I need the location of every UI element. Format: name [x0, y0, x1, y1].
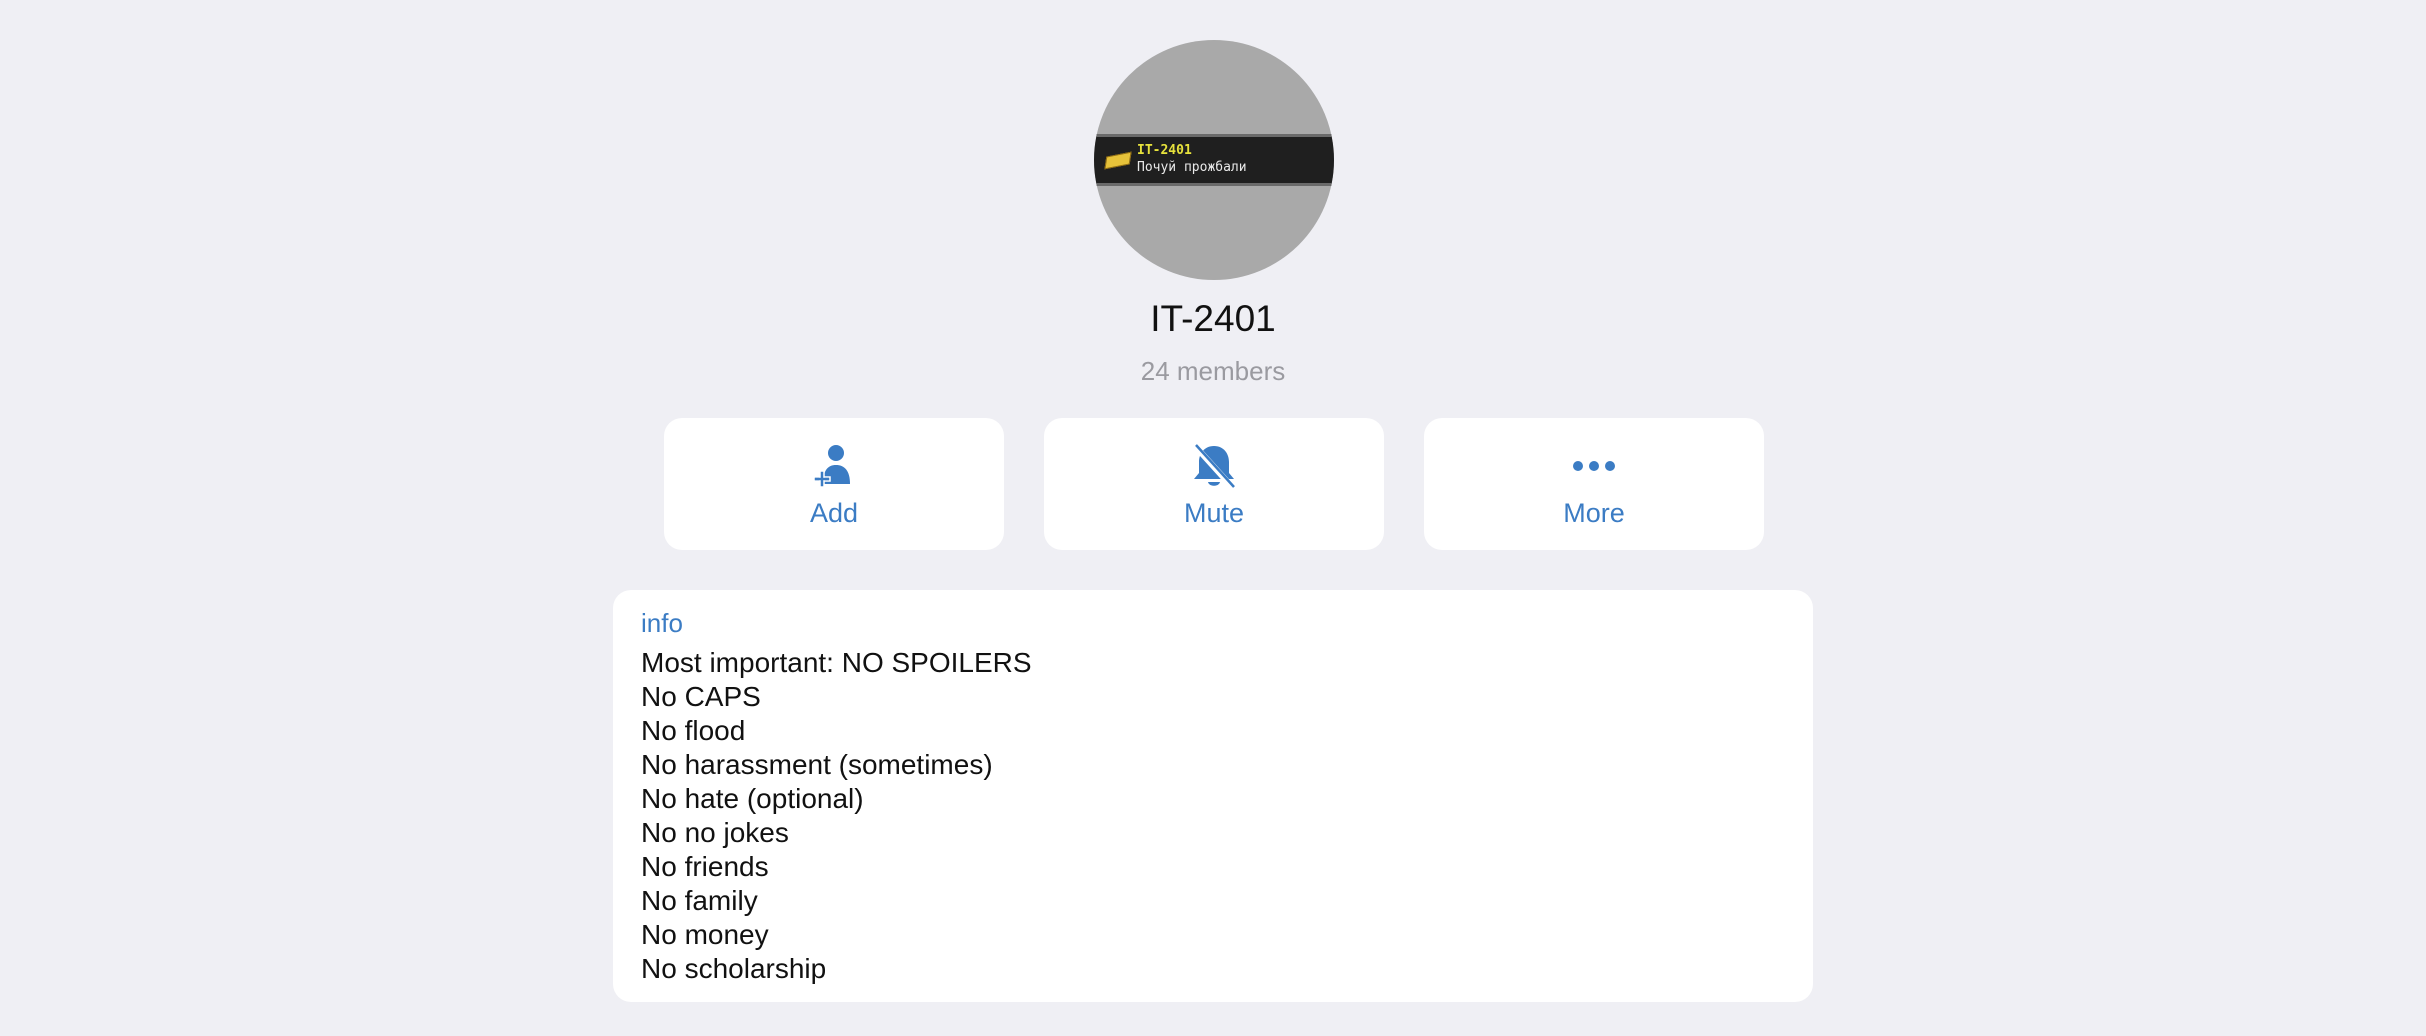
description-line: No family: [641, 885, 758, 916]
avatar-banner-title: IT-2401: [1137, 143, 1192, 158]
description-line: No flood: [641, 715, 746, 746]
description-line: No friends: [641, 851, 769, 882]
avatar-banner-subtitle: Почуй прожбали: [1137, 160, 1247, 175]
mute-button-label: Mute: [1183, 498, 1245, 528]
description-line: No hate (optional): [641, 783, 864, 814]
more-button[interactable]: More: [1424, 418, 1764, 550]
info-card: info Most important: NO SPOILERS No CAPS…: [613, 590, 1813, 1002]
description-line: No no jokes: [641, 817, 789, 848]
group-avatar[interactable]: IT-2401 Почуй прожбали: [1094, 40, 1334, 280]
mute-button[interactable]: Mute: [1044, 418, 1384, 550]
gold-ingot-icon: [1104, 151, 1132, 170]
bell-slash-icon: [1192, 443, 1236, 491]
more-button-label: More: [1563, 498, 1625, 528]
group-description: Most important: NO SPOILERS No CAPS No f…: [641, 646, 1032, 986]
member-count: 24 members: [1140, 356, 1286, 386]
ellipsis-icon: [1573, 461, 1615, 471]
add-button[interactable]: Add: [664, 418, 1004, 550]
description-line: No scholarship: [641, 953, 827, 984]
avatar-banner: IT-2401 Почуй прожбали: [1094, 134, 1334, 186]
info-label: info: [641, 608, 683, 638]
description-line: No harassment (sometimes): [641, 749, 993, 780]
add-member-icon: [813, 445, 850, 488]
description-line: No CAPS: [641, 681, 761, 712]
group-title: IT-2401: [1150, 298, 1276, 339]
description-line: Most important: NO SPOILERS: [641, 647, 1032, 678]
description-line: No money: [641, 919, 769, 950]
add-button-label: Add: [809, 498, 859, 528]
